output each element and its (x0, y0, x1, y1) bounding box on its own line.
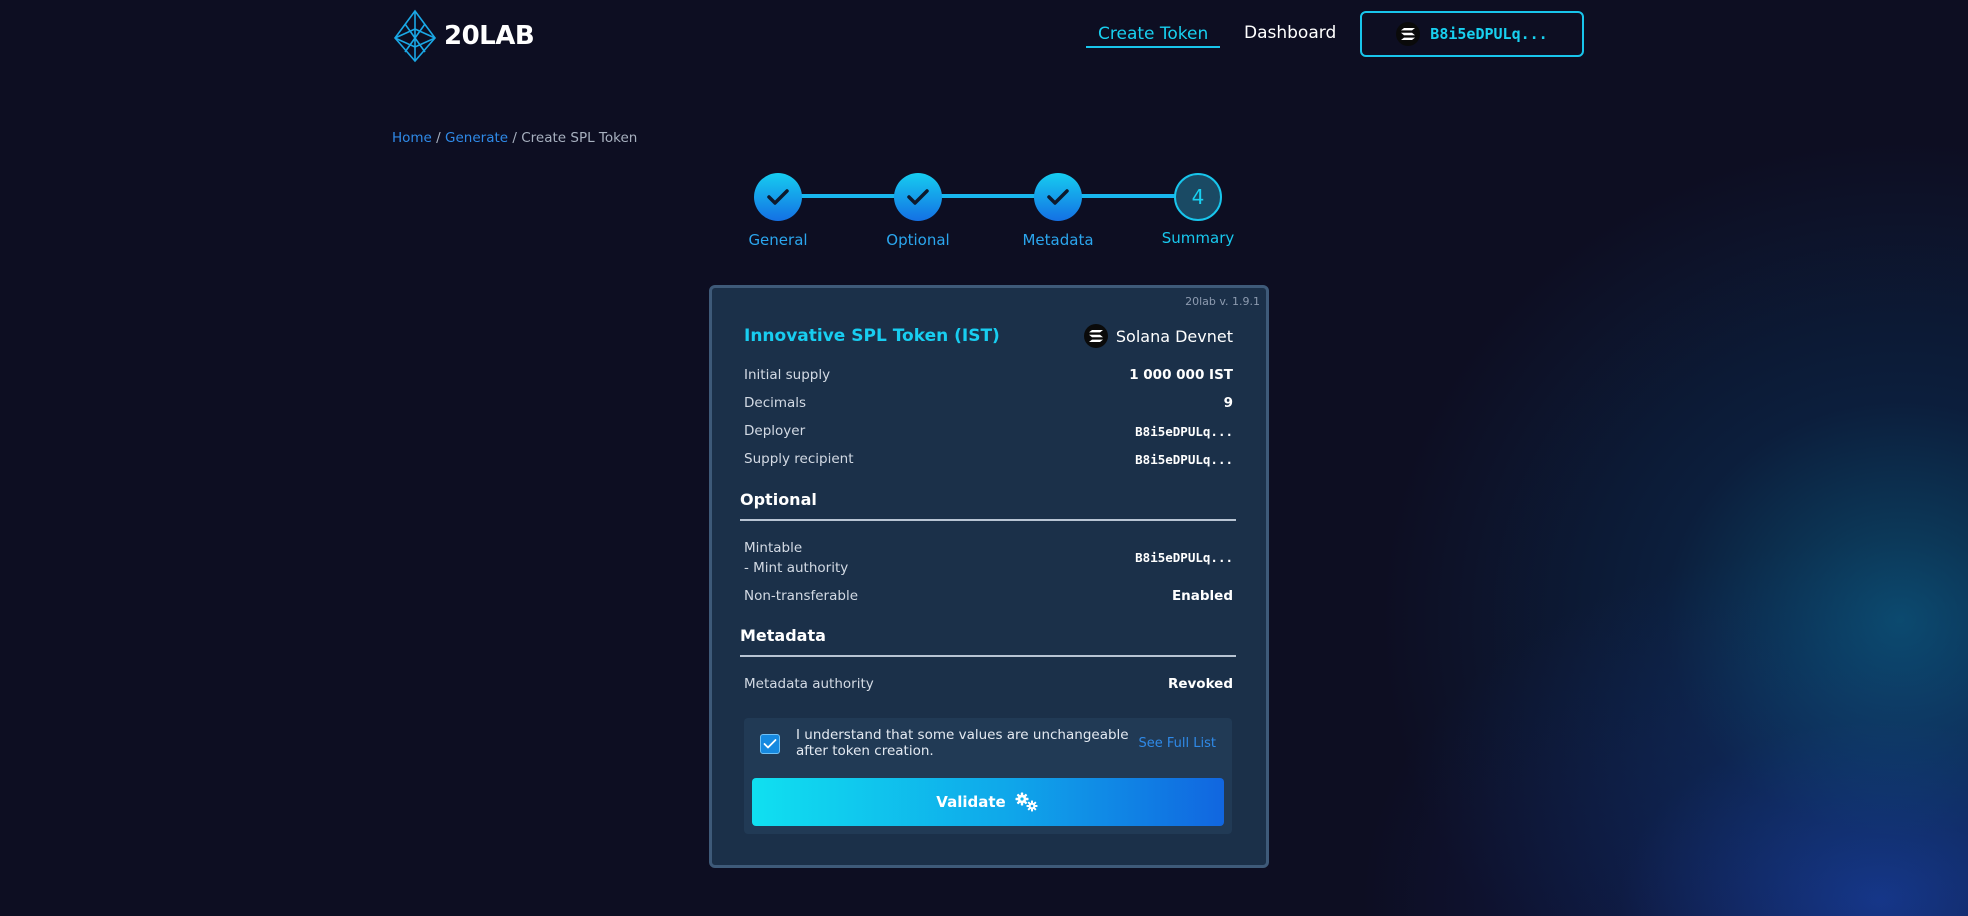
deployer-label: Deployer (744, 423, 806, 439)
network-badge: Solana Devnet (1083, 324, 1233, 348)
metadata-divider (740, 655, 1236, 657)
mint-authority-label: - Mint authority (744, 560, 849, 576)
check-icon (1047, 189, 1069, 205)
step-metadata-label: Metadata (1022, 231, 1094, 249)
nav-create-token[interactable]: Create Token (1086, 20, 1221, 48)
gears-icon (1015, 792, 1038, 812)
metadata-authority-value: Revoked (1167, 676, 1233, 692)
breadcrumb-separator: / (512, 130, 517, 146)
confirmation-box: I understand that some values are unchan… (744, 718, 1232, 834)
breadcrumb-current: Create SPL Token (521, 130, 638, 146)
decimals-value: 9 (1223, 395, 1233, 411)
non-transferable-label: Non-transferable (744, 588, 858, 604)
breadcrumb-separator: / (436, 130, 441, 146)
network-name: Solana Devnet (1115, 326, 1233, 346)
wallet-button[interactable]: B8i5eDPULq... (1360, 11, 1584, 57)
step-general-circle (754, 173, 802, 221)
step-optional-circle (894, 173, 942, 221)
step-general-label: General (748, 231, 808, 249)
solana-icon (1396, 22, 1421, 46)
summary-card: 20lab v. 1.9.1 Innovative SPL Token (IST… (709, 285, 1269, 868)
wallet-address: B8i5eDPULq... (1430, 25, 1548, 43)
metadata-authority-label: Metadata authority (744, 676, 874, 692)
breadcrumb-home[interactable]: Home (392, 130, 432, 146)
checkmark-icon (763, 739, 777, 749)
initial-supply-label: Initial supply (744, 367, 831, 383)
nav-dashboard[interactable]: Dashboard (1244, 20, 1336, 48)
understand-text: I understand that some values are unchan… (796, 727, 1129, 759)
breadcrumb-generate[interactable]: Generate (445, 130, 508, 146)
logo-text: 20LAB (444, 21, 535, 51)
validate-button[interactable]: Validate (752, 778, 1224, 826)
non-transferable-value: Enabled (1171, 588, 1233, 604)
optional-divider (740, 519, 1236, 521)
breadcrumb: Home / Generate / Create SPL Token (392, 130, 637, 146)
deployer-value: B8i5eDPULq... (1135, 424, 1233, 439)
mint-authority-value: B8i5eDPULq... (1135, 550, 1233, 565)
understand-checkbox[interactable] (760, 734, 780, 754)
step-summary-label: Summary (1161, 229, 1235, 247)
mintable-label: Mintable (744, 540, 803, 556)
optional-section-title: Optional (740, 490, 817, 509)
ethereum-logo-icon (393, 9, 437, 63)
supply-recipient-label: Supply recipient (744, 451, 854, 467)
supply-recipient-value: B8i5eDPULq... (1135, 452, 1233, 467)
step-optional-label: Optional (886, 231, 950, 249)
validate-label: Validate (936, 793, 1006, 811)
step-summary-circle: 4 (1174, 173, 1222, 221)
check-icon (907, 189, 929, 205)
logo[interactable]: 20LAB (392, 8, 535, 64)
metadata-section-title: Metadata (740, 626, 826, 645)
solana-icon (1083, 324, 1108, 348)
version-label: 20lab v. 1.9.1 (1185, 295, 1260, 308)
check-icon (767, 189, 789, 205)
initial-supply-value: 1 000 000 IST (1129, 367, 1233, 383)
step-metadata-circle (1034, 173, 1082, 221)
see-full-list-link[interactable]: See Full List (1139, 736, 1216, 751)
token-name: Innovative SPL Token (IST) (744, 326, 1000, 346)
decimals-label: Decimals (744, 395, 807, 411)
